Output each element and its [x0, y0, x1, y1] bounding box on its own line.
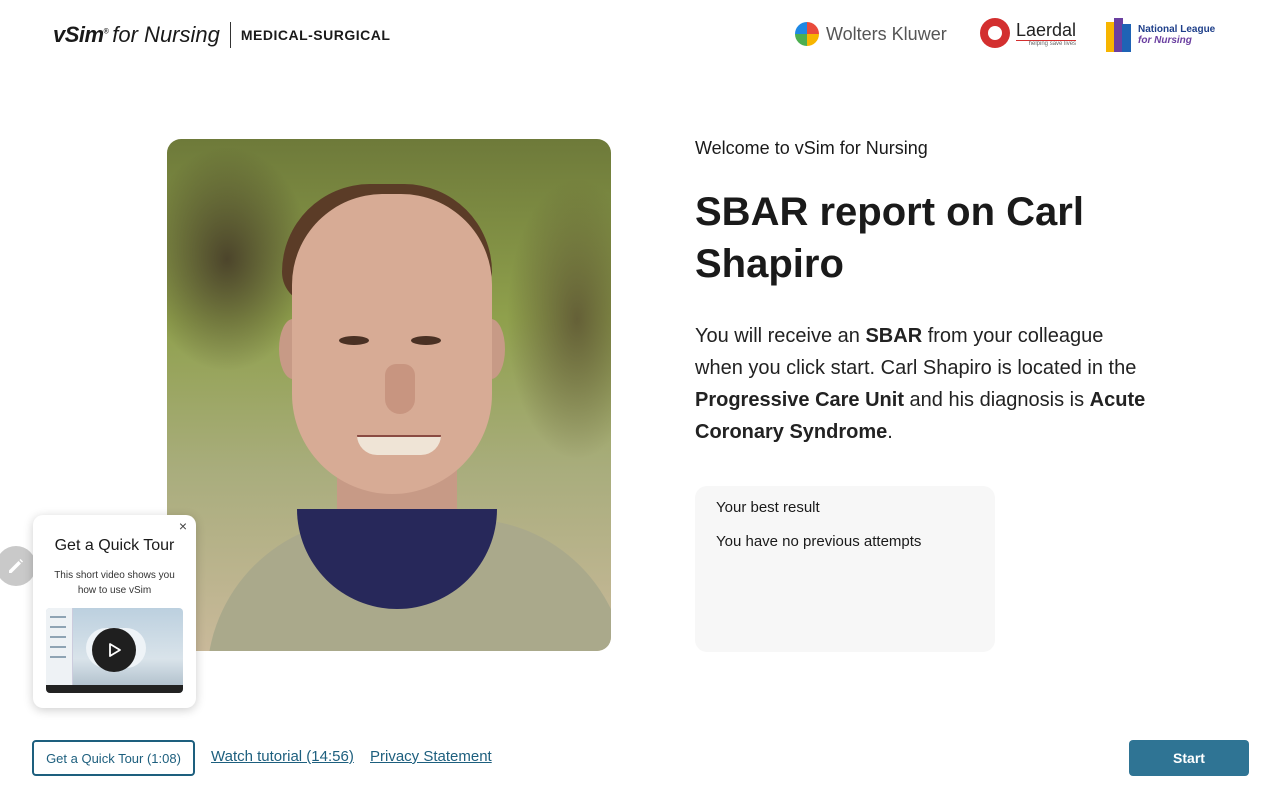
laerdal-icon: [980, 18, 1010, 48]
edit-button[interactable]: [0, 546, 36, 586]
quick-tour-popup-description: This short video shows you how to use vS…: [54, 570, 175, 596]
best-result-value: You have no previous attempts: [716, 533, 922, 550]
privacy-statement-link[interactable]: Privacy Statement: [370, 748, 492, 765]
wolters-kluwer-text: Wolters Kluwer: [826, 23, 947, 44]
quick-tour-popup: × Get a Quick Tour This short video show…: [33, 515, 196, 708]
welcome-text: Welcome to vSim for Nursing: [695, 138, 928, 158]
pencil-icon: [9, 559, 23, 573]
laerdal-logo: Laerdal helping save lives: [980, 18, 1077, 48]
wolters-kluwer-icon: [795, 22, 819, 46]
nln-text-line2: for Nursing: [1138, 35, 1192, 46]
nln-icon: [1106, 18, 1132, 52]
best-result-card: Your best result You have no previous at…: [695, 486, 995, 652]
brand-divider: [229, 22, 231, 48]
nln-text-line1: National League: [1138, 24, 1216, 35]
quick-tour-video-thumbnail[interactable]: [46, 608, 183, 693]
vsim-logo: vSim® for Nursing MEDICAL-SURGICAL: [53, 20, 390, 50]
scenario-description: You will receive an SBAR from your colle…: [695, 325, 1146, 443]
laerdal-text: Laerdal: [1016, 19, 1077, 41]
page-title: SBAR report on Carl Shapiro: [695, 190, 1084, 286]
watch-tutorial-link[interactable]: Watch tutorial (14:56): [211, 748, 354, 765]
brand-for-nursing: for Nursing: [112, 22, 220, 47]
best-result-title: Your best result: [716, 499, 820, 516]
quick-tour-button[interactable]: Get a Quick Tour (1:08): [32, 740, 195, 776]
patient-image: [167, 139, 611, 651]
quick-tour-popup-title: Get a Quick Tour: [54, 537, 175, 554]
start-button[interactable]: Start: [1129, 740, 1249, 776]
wolters-kluwer-logo: Wolters Kluwer: [795, 22, 947, 46]
close-icon[interactable]: ×: [179, 518, 187, 534]
brand-vsim: vSim®: [53, 22, 109, 47]
header: vSim® for Nursing MEDICAL-SURGICAL Wolte…: [0, 0, 1280, 70]
nln-logo: National League for Nursing: [1106, 18, 1215, 52]
laerdal-tagline: helping save lives: [1028, 40, 1077, 47]
play-icon: [109, 643, 121, 657]
play-button[interactable]: [92, 628, 136, 672]
product-name: MEDICAL-SURGICAL: [240, 27, 391, 43]
